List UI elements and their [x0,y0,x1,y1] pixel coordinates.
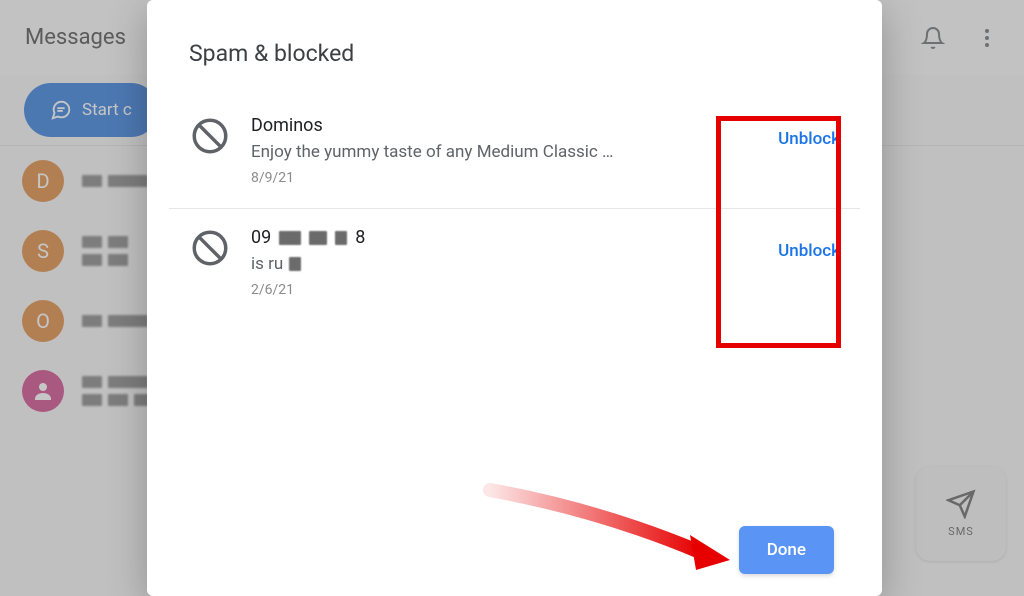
blocked-row-body: 09 8 is ru 2/6/21 [251,227,758,298]
redacted-pixel [309,231,327,245]
redacted-pixel [289,257,301,271]
blocked-preview: is ru [251,254,758,274]
blocked-preview: Enjoy the yummy taste of any Medium Clas… [251,142,758,162]
block-icon [189,115,231,157]
blocked-date: 2/6/21 [251,282,758,298]
text-fragment: 8 [355,227,365,248]
block-icon [189,227,231,269]
blocked-sender-name: 09 8 [251,227,758,248]
blocked-sender-name: Dominos [251,115,758,136]
dialog-title: Spam & blocked [147,0,882,97]
annotation-highlight [716,116,841,348]
blocked-date: 8/9/21 [251,170,758,186]
done-button[interactable]: Done [739,526,834,574]
text-fragment: 09 [251,227,271,248]
blocked-row-body: Dominos Enjoy the yummy taste of any Med… [251,115,758,186]
redacted-pixel [335,231,347,245]
dialog-footer: Done [147,526,882,596]
redacted-pixel [279,231,301,245]
text-fragment: is ru [251,254,283,274]
